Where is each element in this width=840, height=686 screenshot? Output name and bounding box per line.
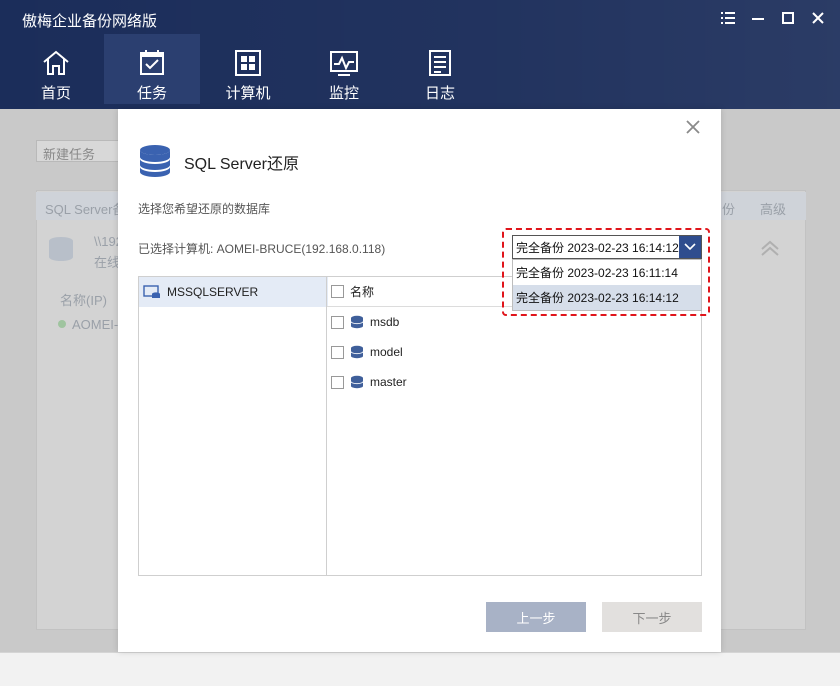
dialog-subtitle: 选择您希望还原的数据库	[138, 202, 271, 216]
bg-online-dot-icon	[58, 320, 66, 328]
menu-icon[interactable]	[720, 10, 736, 26]
nav-computer[interactable]: 计算机	[200, 34, 296, 104]
bg-collapse-icon	[761, 240, 779, 256]
nav-home-label: 首页	[40, 85, 71, 102]
selected-computer: 已选择计算机: AOMEI-BRUCE(192.168.0.118)	[138, 242, 386, 256]
next-button[interactable]: 下一步	[602, 602, 702, 632]
list-item[interactable]: model	[327, 337, 701, 367]
nav-log[interactable]: 日志	[392, 34, 488, 104]
column-name: 名称	[350, 285, 375, 299]
bg-col-name: 名称(IP)	[60, 293, 107, 308]
select-all-checkbox[interactable]	[331, 285, 344, 298]
sql-restore-dialog: SQL Server还原 选择您希望还原的数据库 已选择计算机: AOMEI-B…	[118, 109, 721, 652]
bg-database-icon	[49, 237, 73, 261]
bg-panel-title: SQL Server备	[45, 202, 126, 217]
close-icon[interactable]	[685, 119, 701, 135]
home-icon	[43, 50, 69, 75]
close-window-icon[interactable]	[810, 10, 826, 26]
bg-advanced: 高级	[760, 202, 787, 217]
db-checkbox[interactable]	[331, 375, 344, 389]
bg-status: 在线	[94, 255, 121, 270]
db-name: master	[370, 375, 407, 389]
maximize-icon[interactable]	[780, 10, 796, 26]
tree-item-mssqlserver[interactable]: MSSQLSERVER	[139, 277, 328, 307]
list-item[interactable]: msdb	[327, 307, 701, 337]
instance-tree: MSSQLSERVER	[138, 276, 328, 576]
db-checkbox[interactable]	[331, 345, 344, 359]
db-checkbox[interactable]	[331, 315, 344, 329]
task-icon	[140, 50, 164, 75]
db-name: model	[370, 345, 403, 359]
windows-icon	[235, 50, 261, 76]
database-icon	[140, 145, 170, 177]
dialog-title: SQL Server还原	[184, 156, 299, 173]
previous-button[interactable]: 上一步	[486, 602, 586, 632]
nav-task[interactable]: 任务	[104, 34, 200, 104]
minimize-icon[interactable]	[750, 10, 766, 26]
status-bar	[0, 652, 840, 686]
backup-option[interactable]: 完全备份 2023-02-23 16:11:14	[513, 260, 701, 285]
list-item[interactable]: master	[327, 367, 701, 397]
database-list: 名称 msdb model master	[326, 276, 702, 576]
nav-monitor[interactable]: 监控	[296, 34, 392, 104]
backup-version-menu: 完全备份 2023-02-23 16:11:14 完全备份 2023-02-23…	[512, 259, 702, 311]
dropdown-toggle[interactable]	[679, 236, 701, 258]
monitor-icon	[330, 51, 358, 76]
log-icon	[429, 50, 451, 76]
window-controls	[720, 10, 826, 26]
nav-home[interactable]: 首页	[8, 34, 104, 104]
chevron-down-icon	[684, 243, 696, 251]
backup-option-selected[interactable]: 完全备份 2023-02-23 16:14:12	[513, 285, 701, 310]
nav-computer-label: 计算机	[225, 85, 271, 102]
bg-backup-col: 份	[722, 202, 736, 217]
nav-monitor-label: 监控	[328, 85, 359, 102]
nav-log-label: 日志	[424, 85, 455, 102]
db-name: msdb	[370, 315, 400, 329]
top-bar: 傲梅企业备份网络版 首页 任务 计算机 监控 日志	[0, 0, 840, 109]
backup-version-value: 完全备份 2023-02-23 16:14:12	[516, 240, 679, 255]
server-instance-icon	[143, 285, 160, 298]
backup-version-select[interactable]: 完全备份 2023-02-23 16:14:12	[512, 235, 702, 259]
app-title: 傲梅企业备份网络版	[22, 13, 158, 30]
tree-item-label: MSSQLSERVER	[167, 285, 259, 299]
database-icon	[350, 375, 364, 389]
database-icon	[350, 315, 364, 329]
main-nav: 首页 任务 计算机 监控 日志	[8, 34, 488, 104]
database-icon	[350, 345, 364, 359]
nav-task-label: 任务	[136, 85, 167, 102]
